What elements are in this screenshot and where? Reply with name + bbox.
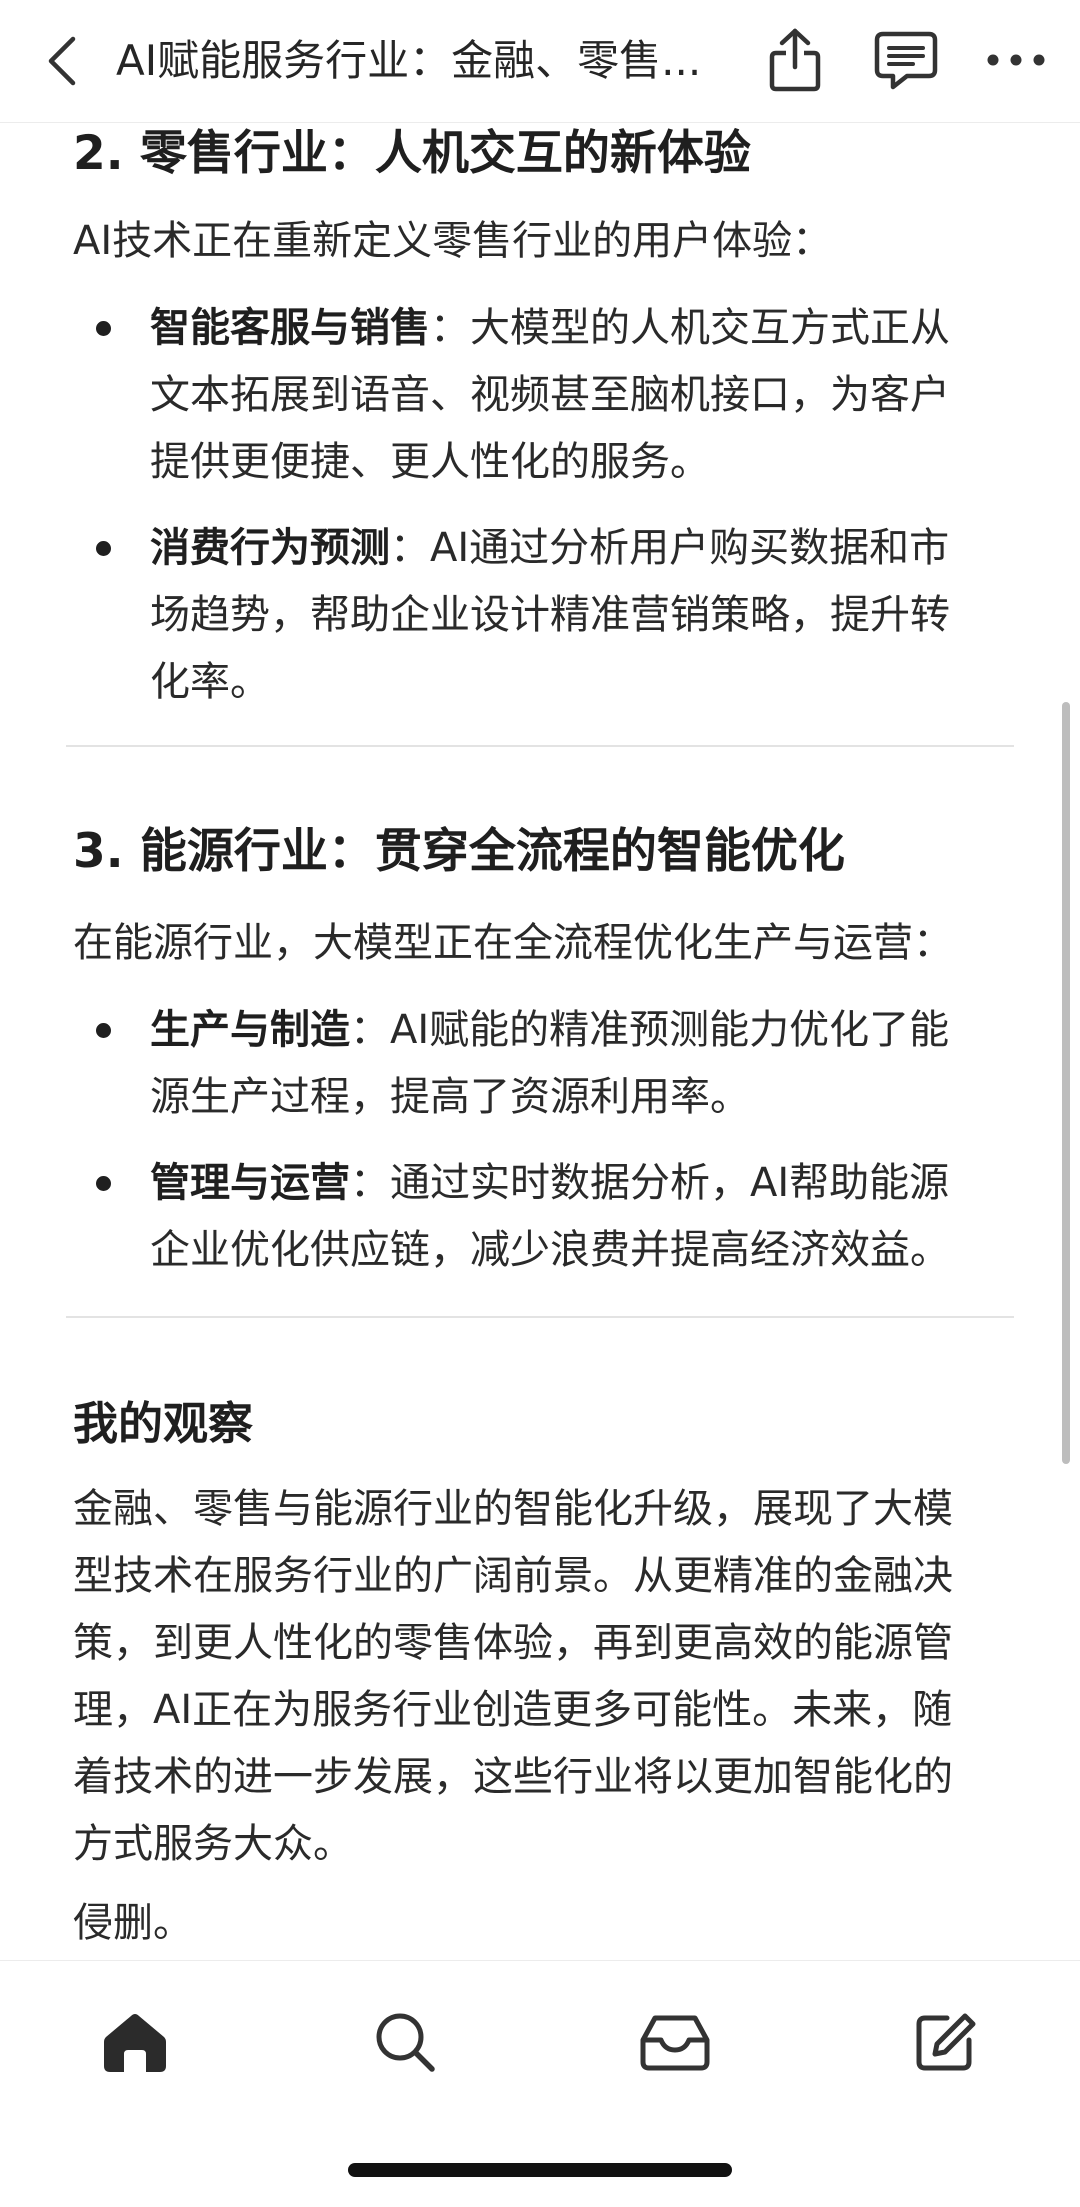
comment-button[interactable] bbox=[868, 22, 944, 98]
back-button[interactable] bbox=[30, 26, 94, 96]
list-item-management: 管理与运营：通过实时数据分析，AI帮助能源 企业优化供应链，减少浪费并提高经济效… bbox=[150, 1150, 1010, 1284]
list-item-text: 提供更便捷、更人性化的服务。 bbox=[150, 439, 710, 485]
observation-paragraph: 金融、零售与能源行业的智能化升级，展现了大模 型技术在服务行业的广阔前景。从更精… bbox=[73, 1476, 1013, 1878]
bullet-dot bbox=[96, 321, 111, 336]
more-icon bbox=[987, 54, 1045, 66]
top-nav-bar: AI赋能服务行业：金融、零售... bbox=[0, 0, 1080, 123]
paragraph-line: 理，AI正在为服务行业创造更多可能性。未来，随 bbox=[73, 1687, 953, 1733]
list-item-consumer-prediction: 消费行为预测：AI通过分析用户购买数据和市 场趋势，帮助企业设计精准营销策略，提… bbox=[150, 515, 1010, 716]
list-item-text: 源生产过程，提高了资源利用率。 bbox=[150, 1074, 750, 1120]
share-icon bbox=[769, 28, 821, 92]
list-item-text: AI通过分析用户购买数据和市 bbox=[430, 525, 950, 571]
list-item-title: 智能客服与销售 bbox=[150, 305, 430, 351]
tab-inbox[interactable] bbox=[630, 1997, 720, 2087]
article-content: 2. 零售行业：人机交互的新体验 AI技术正在重新定义零售行业的用户体验： 智能… bbox=[0, 122, 1080, 1960]
list-item-text: 场趋势，帮助企业设计精准营销策略，提升转 bbox=[150, 592, 950, 638]
more-button[interactable] bbox=[978, 22, 1054, 98]
list-item-text: 通过实时数据分析，AI帮助能源 bbox=[390, 1160, 950, 1206]
share-button[interactable] bbox=[760, 22, 830, 98]
paragraph-line: 型技术在服务行业的广阔前景。从更精准的金融决 bbox=[73, 1553, 953, 1599]
chevron-left-icon bbox=[48, 36, 76, 86]
paragraph-line: 金融、零售与能源行业的智能化升级，展现了大模 bbox=[73, 1486, 953, 1532]
list-item-separator: ： bbox=[350, 1160, 390, 1206]
list-item-text: 化率。 bbox=[150, 659, 270, 705]
section-divider bbox=[66, 745, 1014, 747]
home-icon bbox=[104, 2014, 166, 2072]
list-item-separator: ： bbox=[390, 525, 430, 571]
paragraph-line: 方式服务大众。 bbox=[73, 1821, 353, 1867]
section-heading-energy: 3. 能源行业：贯穿全流程的智能优化 bbox=[73, 824, 845, 879]
screen: AI赋能服务行业：金融、零售... 2. 零售行业：人机交互的新体验 AI技术正… bbox=[0, 0, 1080, 2207]
list-item-text: 企业优化供应链，减少浪费并提高经济效益。 bbox=[150, 1227, 950, 1273]
bullet-dot bbox=[96, 1176, 111, 1191]
list-item-text: AI赋能的精准预测能力优化了能 bbox=[390, 1007, 950, 1053]
list-item-title: 消费行为预测 bbox=[150, 525, 390, 571]
footer-note: 侵删。 bbox=[73, 1900, 193, 1946]
bottom-tab-bar bbox=[0, 1960, 1080, 2207]
list-item-title: 管理与运营 bbox=[150, 1160, 350, 1206]
paragraph-line: 策，到更人性化的零售体验，再到更高效的能源管 bbox=[73, 1620, 953, 1666]
page-title: AI赋能服务行业：金融、零售... bbox=[116, 36, 702, 85]
bullet-dot bbox=[96, 1023, 111, 1038]
section-heading-observation: 我的观察 bbox=[73, 1397, 254, 1450]
list-item-text: 大模型的人机交互方式正从 bbox=[470, 305, 950, 351]
home-indicator bbox=[348, 2163, 732, 2177]
search-icon bbox=[376, 2013, 435, 2072]
tab-home[interactable] bbox=[90, 1997, 180, 2087]
tab-search[interactable] bbox=[360, 1997, 450, 2087]
list-item-smart-service: 智能客服与销售：大模型的人机交互方式正从 文本拓展到语音、视频甚至脑机接口，为客… bbox=[150, 295, 1010, 496]
list-item-separator: ： bbox=[350, 1007, 390, 1053]
compose-icon bbox=[916, 2013, 976, 2071]
tab-compose[interactable] bbox=[900, 1997, 990, 2087]
section-intro-energy: 在能源行业，大模型正在全流程优化生产与运营： bbox=[73, 920, 953, 966]
section-heading-retail: 2. 零售行业：人机交互的新体验 bbox=[73, 126, 751, 181]
paragraph-line: 着技术的进一步发展，这些行业将以更加智能化的 bbox=[73, 1754, 953, 1800]
list-item-text: 文本拓展到语音、视频甚至脑机接口，为客户 bbox=[150, 372, 950, 418]
scrollbar[interactable] bbox=[1062, 702, 1070, 1464]
bullet-dot bbox=[96, 541, 111, 556]
section-intro-retail: AI技术正在重新定义零售行业的用户体验： bbox=[73, 218, 833, 264]
list-item-title: 生产与制造 bbox=[150, 1007, 350, 1053]
list-item-separator: ： bbox=[430, 305, 470, 351]
comment-icon bbox=[874, 31, 938, 90]
list-item-production: 生产与制造：AI赋能的精准预测能力优化了能 源生产过程，提高了资源利用率。 bbox=[150, 997, 1010, 1131]
section-divider bbox=[66, 1316, 1014, 1318]
inbox-icon bbox=[640, 2015, 710, 2071]
